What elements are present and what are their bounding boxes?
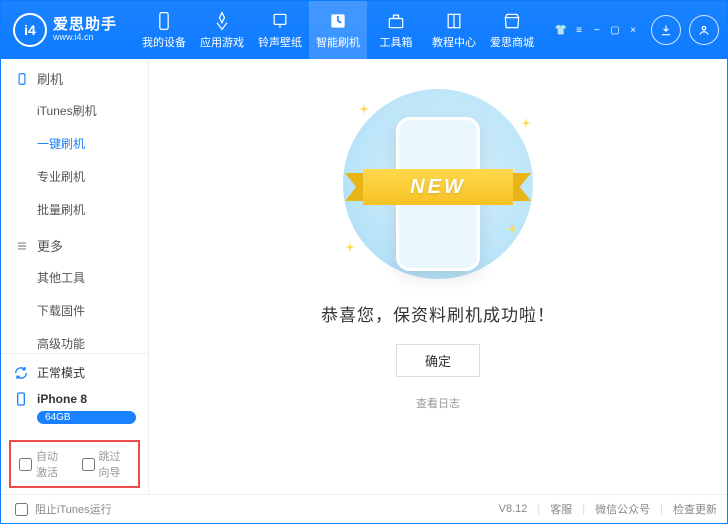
sidebar-item-download-firmware[interactable]: 下载固件	[1, 294, 148, 327]
ok-button[interactable]: 确定	[396, 344, 480, 377]
sidebar: 刷机 iTunes刷机 一键刷机 专业刷机 批量刷机 更多 其他工具 下载固件 …	[1, 59, 149, 494]
sidebar-group-flash: 刷机	[1, 59, 148, 94]
post-flash-options: 自动激活 跳过向导	[9, 440, 140, 488]
phone-outline-icon	[15, 72, 29, 86]
nav-label: 工具箱	[380, 34, 413, 50]
window-maximize-icon[interactable]: ▢	[609, 24, 621, 36]
app-name: 爱思助手	[53, 17, 117, 34]
version-label: V8.12	[499, 503, 528, 515]
status-bar: 阻止iTunes运行 V8.12 | 客服 | 微信公众号 | 检查更新	[1, 494, 727, 523]
sidebar-item-other-tools[interactable]: 其他工具	[1, 261, 148, 294]
nav-my-device[interactable]: 我的设备	[135, 1, 193, 59]
window-close-icon[interactable]: ×	[627, 24, 639, 36]
app-logo: i4 爱思助手 www.i4.cn	[13, 13, 117, 47]
sidebar-item-advanced[interactable]: 高级功能	[1, 327, 148, 353]
toolbox-icon	[386, 11, 406, 31]
refresh-icon	[13, 365, 29, 381]
app-url: www.i4.cn	[53, 33, 117, 43]
status-link-wechat[interactable]: 微信公众号	[595, 501, 650, 517]
book-icon	[444, 11, 464, 31]
sidebar-item-pro-flash[interactable]: 专业刷机	[1, 160, 148, 193]
nav-label: 教程中心	[432, 34, 476, 50]
nav-label: 铃声壁纸	[258, 34, 302, 50]
view-log-link[interactable]: 查看日志	[416, 395, 460, 411]
device-mode[interactable]: 正常模式	[13, 364, 136, 381]
nav-label: 我的设备	[142, 34, 186, 50]
music-icon	[270, 11, 290, 31]
group-label: 更多	[37, 236, 63, 255]
apps-icon	[212, 11, 232, 31]
device-name: iPhone 8	[37, 392, 87, 406]
sparkle-icon	[345, 241, 355, 251]
nav-label: 智能刷机	[316, 34, 360, 50]
success-illustration: NEW	[333, 89, 543, 279]
sparkle-icon	[507, 223, 517, 233]
sidebar-item-batch-flash[interactable]: 批量刷机	[1, 193, 148, 226]
status-link-support[interactable]: 客服	[550, 501, 572, 517]
status-link-update[interactable]: 检查更新	[673, 501, 717, 517]
success-message: 恭喜您，保资料刷机成功啦！	[321, 301, 555, 326]
ribbon-text: NEW	[363, 169, 513, 205]
flash-icon	[328, 11, 348, 31]
main-content: NEW 恭喜您，保资料刷机成功啦！ 确定 查看日志	[149, 59, 727, 494]
nav-apps-games[interactable]: 应用游戏	[193, 1, 251, 59]
window-skin-icon[interactable]: 👕	[555, 24, 567, 36]
checkbox-skip-guide[interactable]: 跳过向导	[82, 448, 131, 480]
nav-ringtones[interactable]: 铃声壁纸	[251, 1, 309, 59]
sparkle-icon	[521, 117, 531, 127]
download-button[interactable]	[651, 15, 681, 45]
window-minimize-icon[interactable]: −	[591, 24, 603, 36]
device-icon	[13, 391, 29, 407]
sidebar-item-itunes-flash[interactable]: iTunes刷机	[1, 94, 148, 127]
sidebar-group-more: 更多	[1, 226, 148, 261]
device-info[interactable]: iPhone 8 64GB	[13, 391, 136, 424]
checkbox-block-itunes[interactable]: 阻止iTunes运行	[11, 500, 112, 519]
shop-icon	[502, 11, 522, 31]
sidebar-item-oneclick-flash[interactable]: 一键刷机	[1, 127, 148, 160]
group-label: 刷机	[37, 69, 63, 88]
nav-shop[interactable]: 爱思商城	[483, 1, 541, 59]
main-nav: 我的设备 应用游戏 铃声壁纸 智能刷机 工具箱 教程中心	[135, 1, 555, 59]
title-bar: i4 爱思助手 www.i4.cn 我的设备 应用游戏 铃声壁纸 智能刷机	[1, 1, 727, 59]
sparkle-icon	[359, 103, 369, 113]
nav-tutorials[interactable]: 教程中心	[425, 1, 483, 59]
window-menu-icon[interactable]: ≡	[573, 24, 585, 36]
menu-icon	[15, 239, 29, 253]
checkbox-auto-activate[interactable]: 自动激活	[19, 448, 68, 480]
nav-label: 应用游戏	[200, 34, 244, 50]
phone-icon	[154, 11, 174, 31]
account-button[interactable]	[689, 15, 719, 45]
logo-badge: i4	[13, 13, 47, 47]
nav-toolbox[interactable]: 工具箱	[367, 1, 425, 59]
mode-label: 正常模式	[37, 364, 85, 381]
nav-smart-flash[interactable]: 智能刷机	[309, 1, 367, 59]
nav-label: 爱思商城	[490, 34, 534, 50]
storage-badge: 64GB	[37, 411, 136, 424]
